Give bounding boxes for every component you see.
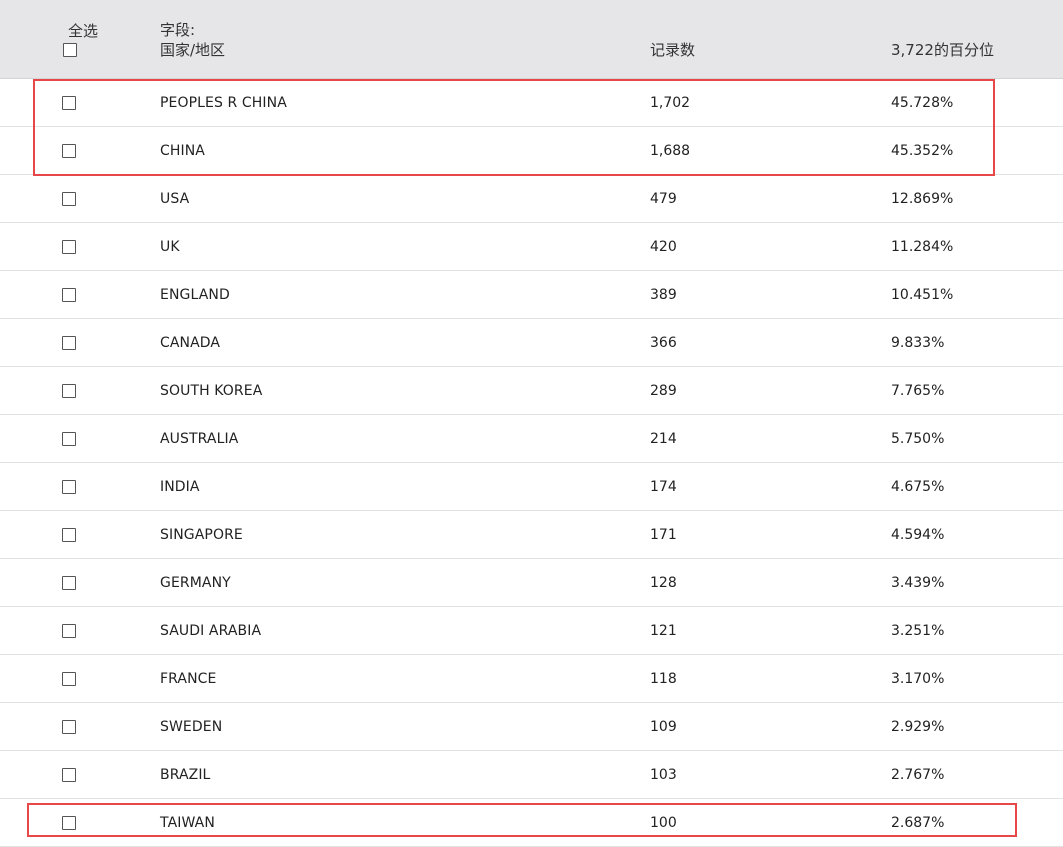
row-checkbox[interactable] — [62, 672, 76, 686]
record-percent: 2.767% — [891, 767, 945, 783]
record-percent: 10.451% — [891, 287, 954, 303]
table-header: 全选 字段: 国家/地区 记录数 3,722的百分位 — [0, 0, 1063, 79]
record-percent: 3.439% — [891, 575, 945, 591]
table-row: PEOPLES R CHINA 1,702 45.728% — [0, 79, 1063, 127]
country-name: AUSTRALIA — [160, 431, 239, 447]
table-row: FRANCE 118 3.170% — [0, 655, 1063, 703]
country-name: BRAZIL — [160, 767, 211, 783]
record-count: 100 — [650, 815, 677, 831]
country-name: SOUTH KOREA — [160, 383, 263, 399]
record-percent: 45.728% — [891, 95, 954, 111]
table-row: GERMANY 128 3.439% — [0, 559, 1063, 607]
country-name: USA — [160, 191, 190, 207]
column-header-records: 记录数 — [650, 41, 696, 59]
table-row: INDIA 174 4.675% — [0, 463, 1063, 511]
record-count: 128 — [650, 575, 677, 591]
row-checkbox[interactable] — [62, 768, 76, 782]
row-checkbox[interactable] — [62, 720, 76, 734]
country-name: GERMANY — [160, 575, 231, 591]
country-name: SWEDEN — [160, 719, 223, 735]
record-percent: 4.594% — [891, 527, 945, 543]
row-checkbox[interactable] — [62, 336, 76, 350]
record-percent: 5.750% — [891, 431, 945, 447]
table-row: UK 420 11.284% — [0, 223, 1063, 271]
record-percent: 3.170% — [891, 671, 945, 687]
row-checkbox[interactable] — [62, 816, 76, 830]
record-count: 1,688 — [650, 143, 691, 159]
record-percent: 12.869% — [891, 191, 954, 207]
record-percent: 7.765% — [891, 383, 945, 399]
country-name: CHINA — [160, 143, 205, 159]
country-name: PEOPLES R CHINA — [160, 95, 287, 111]
record-percent: 2.687% — [891, 815, 945, 831]
select-all-label: 全选 — [68, 22, 99, 40]
country-name: TAIWAN — [160, 815, 215, 831]
table-row: SINGAPORE 171 4.594% — [0, 511, 1063, 559]
table-row: ENGLAND 389 10.451% — [0, 271, 1063, 319]
table-row: USA 479 12.869% — [0, 175, 1063, 223]
record-percent: 3.251% — [891, 623, 945, 639]
row-checkbox[interactable] — [62, 624, 76, 638]
row-checkbox[interactable] — [62, 576, 76, 590]
row-checkbox[interactable] — [62, 384, 76, 398]
table-row: AUSTRALIA 214 5.750% — [0, 415, 1063, 463]
country-name: FRANCE — [160, 671, 217, 687]
row-checkbox[interactable] — [62, 144, 76, 158]
record-count: 1,702 — [650, 95, 691, 111]
results-table: PEOPLES R CHINA 1,702 45.728% CHINA 1,68… — [0, 79, 1063, 847]
record-count: 174 — [650, 479, 677, 495]
record-count: 121 — [650, 623, 677, 639]
row-checkbox[interactable] — [62, 96, 76, 110]
country-name: SAUDI ARABIA — [160, 623, 262, 639]
table-row: SAUDI ARABIA 121 3.251% — [0, 607, 1063, 655]
table-row: CHINA 1,688 45.352% — [0, 127, 1063, 175]
table-row: BRAZIL 103 2.767% — [0, 751, 1063, 799]
row-checkbox[interactable] — [62, 288, 76, 302]
record-percent: 45.352% — [891, 143, 954, 159]
country-name: ENGLAND — [160, 287, 230, 303]
row-checkbox[interactable] — [62, 432, 76, 446]
country-name: CANADA — [160, 335, 221, 351]
row-checkbox[interactable] — [62, 192, 76, 206]
row-checkbox[interactable] — [62, 480, 76, 494]
record-count: 389 — [650, 287, 677, 303]
row-checkbox[interactable] — [62, 240, 76, 254]
record-count: 366 — [650, 335, 677, 351]
column-header-percent: 3,722的百分位 — [891, 41, 994, 59]
field-label: 字段: — [160, 21, 196, 39]
country-name: UK — [160, 239, 180, 255]
country-name: INDIA — [160, 479, 200, 495]
record-count: 171 — [650, 527, 677, 543]
record-count: 289 — [650, 383, 677, 399]
table-row: TAIWAN 100 2.687% — [0, 799, 1063, 847]
row-checkbox[interactable] — [62, 528, 76, 542]
record-count: 118 — [650, 671, 677, 687]
record-count: 109 — [650, 719, 677, 735]
record-percent: 4.675% — [891, 479, 945, 495]
record-count: 214 — [650, 431, 677, 447]
select-all-checkbox[interactable] — [63, 43, 77, 57]
record-percent: 9.833% — [891, 335, 945, 351]
table-row: SWEDEN 109 2.929% — [0, 703, 1063, 751]
column-header-country: 国家/地区 — [160, 41, 226, 59]
record-count: 420 — [650, 239, 677, 255]
record-percent: 2.929% — [891, 719, 945, 735]
record-count: 103 — [650, 767, 677, 783]
record-count: 479 — [650, 191, 677, 207]
table-row: SOUTH KOREA 289 7.765% — [0, 367, 1063, 415]
table-row: CANADA 366 9.833% — [0, 319, 1063, 367]
record-percent: 11.284% — [891, 239, 954, 255]
country-name: SINGAPORE — [160, 527, 243, 543]
